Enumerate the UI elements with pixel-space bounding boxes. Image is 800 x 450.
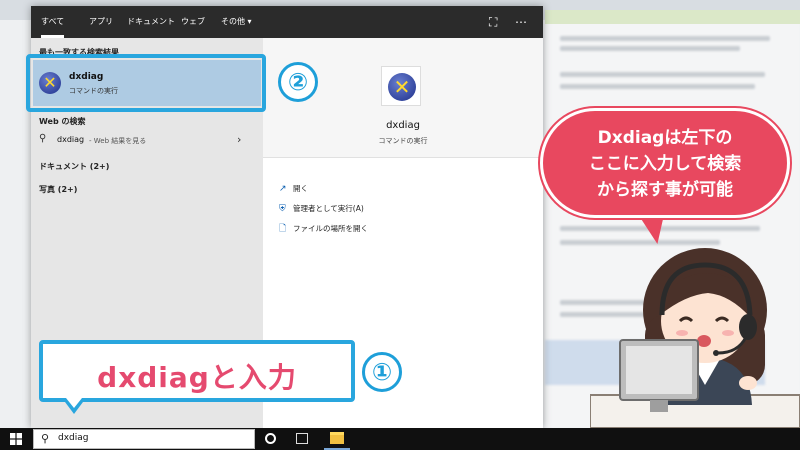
folder-icon: 🗋 <box>279 224 287 234</box>
task-view-icon[interactable] <box>296 433 308 444</box>
best-match-highlight-frame <box>26 54 266 112</box>
support-operator-illustration <box>590 248 800 428</box>
photos-heading[interactable]: 写真 (2+) <box>39 184 77 195</box>
monitor-screen <box>626 346 692 394</box>
file-explorer-icon[interactable] <box>330 432 344 444</box>
tab-documents[interactable]: ドキュメント <box>127 6 175 38</box>
action-open[interactable]: ↗ 開く <box>279 182 308 196</box>
web-search-suffix: - Web 結果を見る <box>89 137 147 145</box>
background-text-line <box>560 46 740 51</box>
action-open-file-location-label: ファイルの場所を開く <box>293 224 368 233</box>
shield-icon: ⛨ <box>279 204 286 214</box>
more-options-icon[interactable]: ⋯ <box>515 15 527 29</box>
preview-title: dxdiag <box>386 120 420 131</box>
chevron-right-icon: › <box>237 133 242 146</box>
callout-text: dxdiagと入力 <box>97 361 297 394</box>
action-run-as-admin-label: 管理者として実行(A) <box>293 204 364 213</box>
search-input[interactable]: dxdiag <box>58 433 88 443</box>
bubble-line: Dxdiagは左下の <box>597 128 733 148</box>
cortana-circle-icon[interactable] <box>265 433 276 444</box>
step-2-marker: ② <box>278 62 318 102</box>
background-highlight-bar <box>545 10 800 24</box>
documents-heading[interactable]: ドキュメント (2+) <box>39 161 109 172</box>
web-search-term: dxdiag <box>57 135 85 144</box>
preview-subtitle: コマンドの実行 <box>378 137 428 145</box>
tab-apps[interactable]: アプリ <box>89 6 113 38</box>
background-text-line <box>560 36 770 41</box>
mouth <box>697 335 711 347</box>
speech-bubble-text: Dxdiagは左下の ここに入力して検索 から探す事が可能 <box>543 125 787 203</box>
action-open-file-location[interactable]: 🗋 ファイルの場所を開く <box>279 222 368 236</box>
hand <box>739 376 757 390</box>
feedback-icon[interactable]: ⛶ <box>489 15 497 29</box>
web-search-heading: Web の検索 <box>39 117 86 126</box>
headset-mic-tip <box>713 350 719 356</box>
cheek <box>676 330 688 336</box>
open-icon: ↗ <box>279 184 287 194</box>
windows-logo-icon[interactable] <box>10 433 22 445</box>
tab-web[interactable]: ウェブ <box>181 6 205 38</box>
web-search-item[interactable]: ⚲ dxdiag - Web 結果を見る › <box>31 132 263 150</box>
background-text-line <box>560 84 755 89</box>
step-1-marker: ① <box>362 352 402 392</box>
cheek <box>722 330 734 336</box>
taskbar-search-box[interactable]: ⚲ dxdiag <box>33 429 255 449</box>
search-icon: ⚲ <box>39 133 47 144</box>
speech-bubble: Dxdiagは左下の ここに入力して検索 から探す事が可能 <box>540 108 790 218</box>
search-icon: ⚲ <box>41 432 50 445</box>
headset-earpiece <box>739 314 757 340</box>
search-tab-bar: すべて アプリ ドキュメント ウェブ その他 ▾ ⛶ ⋯ <box>31 6 543 38</box>
monitor-stand <box>650 400 668 412</box>
dxdiag-large-icon-box: ✕ <box>381 66 421 106</box>
action-open-label: 開く <box>293 184 308 193</box>
bubble-line: ここに入力して検索 <box>588 154 742 174</box>
tab-all[interactable]: すべて <box>41 6 65 38</box>
dxdiag-app-icon: ✕ <box>388 73 416 101</box>
input-instruction-callout: dxdiagと入力 <box>39 340 355 402</box>
callout-tail-inner <box>66 398 82 408</box>
bubble-line: から探す事が可能 <box>597 180 733 200</box>
tab-more[interactable]: その他 ▾ <box>221 6 252 38</box>
action-run-as-admin[interactable]: ⛨ 管理者として実行(A) <box>279 202 364 216</box>
background-text-line <box>560 72 765 77</box>
taskbar: ⚲ dxdiag <box>0 428 800 450</box>
